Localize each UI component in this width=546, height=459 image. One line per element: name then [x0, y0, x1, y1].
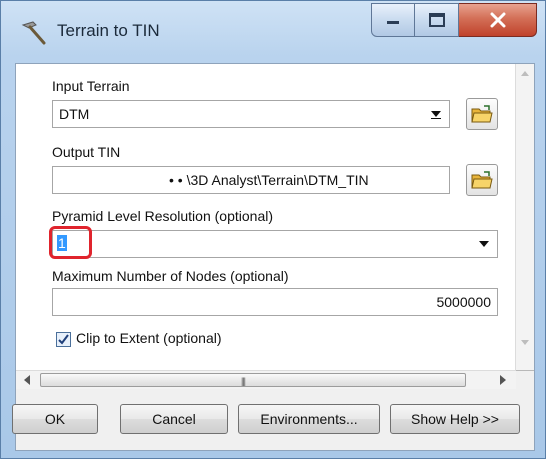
highlight-annotation [49, 226, 92, 259]
dialog-body: Input Terrain DTM Output TIN • • \3D Ana… [12, 63, 535, 451]
pyramid-level-dropdown-button[interactable] [471, 231, 497, 257]
input-terrain-combobox[interactable]: DTM [52, 100, 450, 128]
minimize-button[interactable] [371, 3, 415, 37]
checkmark-icon [58, 334, 69, 345]
output-tin-label: Output TIN [52, 144, 121, 160]
input-terrain-dropdown-button[interactable] [423, 101, 449, 127]
horizontal-scrollbar[interactable]: ||| [16, 370, 516, 389]
window-controls [371, 3, 537, 39]
max-nodes-value: 5000000 [436, 294, 491, 310]
show-help-button[interactable]: Show Help >> [390, 404, 520, 434]
window-title: Terrain to TIN [57, 21, 160, 40]
output-tin-value: • • \3D Analyst\Terrain\DTM_TIN [169, 172, 369, 188]
ok-button[interactable]: OK [12, 404, 98, 434]
clip-extent-label: Clip to Extent (optional) [76, 330, 222, 346]
dropdown-arrow-icon [431, 111, 441, 119]
scrollbar-thumb[interactable]: ||| [40, 373, 466, 387]
vertical-scrollbar[interactable] [515, 64, 534, 370]
environments-button[interactable]: Environments... [238, 404, 380, 434]
scroll-left-icon [24, 375, 30, 385]
pyramid-level-combobox[interactable]: 1 [52, 230, 498, 258]
close-icon [490, 12, 505, 28]
input-terrain-value: DTM [59, 106, 90, 122]
output-tin-browse-button[interactable] [466, 164, 498, 196]
dialog-window: Terrain to TIN Input Terrain DTM Output … [0, 0, 546, 459]
max-nodes-input[interactable]: 5000000 [52, 288, 498, 316]
minimize-icon [387, 21, 399, 24]
hammer-tool-icon [21, 21, 46, 45]
clip-extent-checkbox[interactable] [56, 332, 71, 347]
input-terrain-browse-button[interactable] [466, 98, 498, 130]
maximize-icon [428, 13, 445, 27]
pyramid-level-label: Pyramid Level Resolution (optional) [52, 208, 273, 224]
open-folder-icon [471, 171, 493, 189]
dropdown-arrow-icon [479, 241, 489, 247]
max-nodes-label: Maximum Number of Nodes (optional) [52, 268, 289, 284]
title-bar[interactable]: Terrain to TIN [1, 1, 546, 63]
output-tin-input[interactable]: • • \3D Analyst\Terrain\DTM_TIN [52, 166, 450, 194]
open-folder-icon [471, 105, 493, 123]
close-button[interactable] [459, 3, 537, 37]
parameters-panel: Input Terrain DTM Output TIN • • \3D Ana… [16, 64, 534, 371]
cancel-button[interactable]: Cancel [120, 404, 228, 434]
maximize-button[interactable] [415, 3, 459, 37]
grip-icon: ||| [241, 376, 246, 386]
scroll-up-icon [521, 71, 529, 76]
input-terrain-label: Input Terrain [52, 78, 130, 94]
scroll-down-icon [521, 340, 529, 345]
scroll-right-icon [500, 375, 506, 385]
